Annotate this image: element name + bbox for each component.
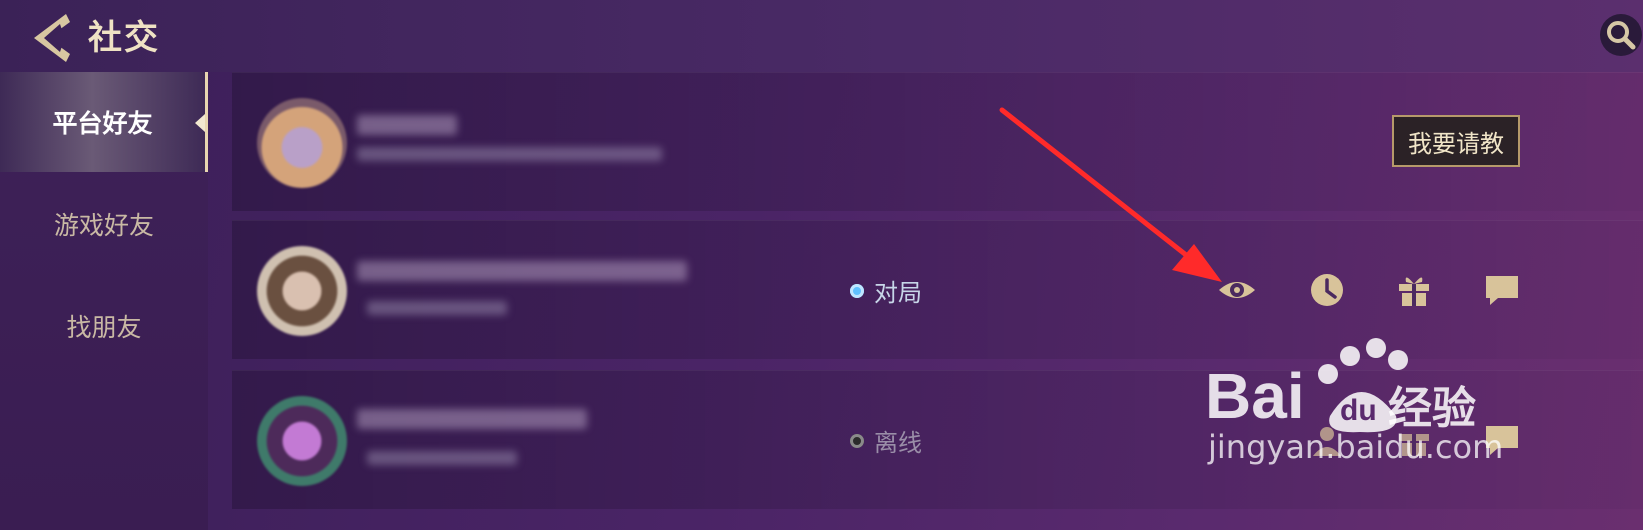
back-arrow-icon [34, 14, 70, 62]
back-button[interactable] [26, 8, 86, 64]
sidebar-item-game-friends[interactable]: 游戏好友 [0, 174, 208, 274]
status-dot-icon [850, 283, 864, 298]
blurred-rank [367, 451, 517, 465]
status-offline: 离线 [850, 423, 922, 458]
watermark-url: jingyan.baidu.com [1208, 428, 1504, 466]
friend-row[interactable]: 我要请教 [232, 72, 1643, 211]
blurred-signature [357, 147, 662, 161]
avatar [257, 246, 347, 336]
status-label: 离线 [874, 429, 922, 457]
blurred-rank [367, 301, 507, 315]
gift-icon[interactable] [1394, 270, 1434, 310]
ask-for-advice-button[interactable]: 我要请教 [1392, 115, 1520, 167]
status-in-game: 对局 [850, 273, 922, 308]
search-icon [1607, 21, 1636, 50]
sidebar-item-label: 找朋友 [66, 313, 142, 342]
status-label: 对局 [874, 279, 922, 307]
blurred-name [357, 409, 587, 429]
sidebar-item-find-friends[interactable]: 找朋友 [0, 276, 208, 376]
blurred-name [357, 261, 687, 281]
clock-icon[interactable] [1307, 270, 1347, 310]
search-button[interactable] [1600, 14, 1642, 56]
sidebar-item-label: 平台好友 [52, 109, 153, 138]
sidebar-item-platform-friends[interactable]: 平台好友 [0, 72, 208, 172]
sidebar-item-label: 游戏好友 [53, 211, 154, 240]
avatar [257, 396, 347, 486]
watermark-text: 经验 [1388, 383, 1476, 434]
status-dot-icon [850, 433, 864, 448]
blurred-name [357, 115, 457, 135]
page-title: 社交 [88, 18, 160, 58]
sidebar: 平台好友 游戏好友 找朋友 [0, 72, 208, 530]
top-bar: 社交 [0, 0, 1643, 72]
spectate-eye-icon[interactable] [1217, 270, 1257, 310]
friend-row[interactable]: 对局 [232, 220, 1643, 359]
chat-icon[interactable] [1482, 270, 1522, 310]
avatar [257, 98, 347, 188]
